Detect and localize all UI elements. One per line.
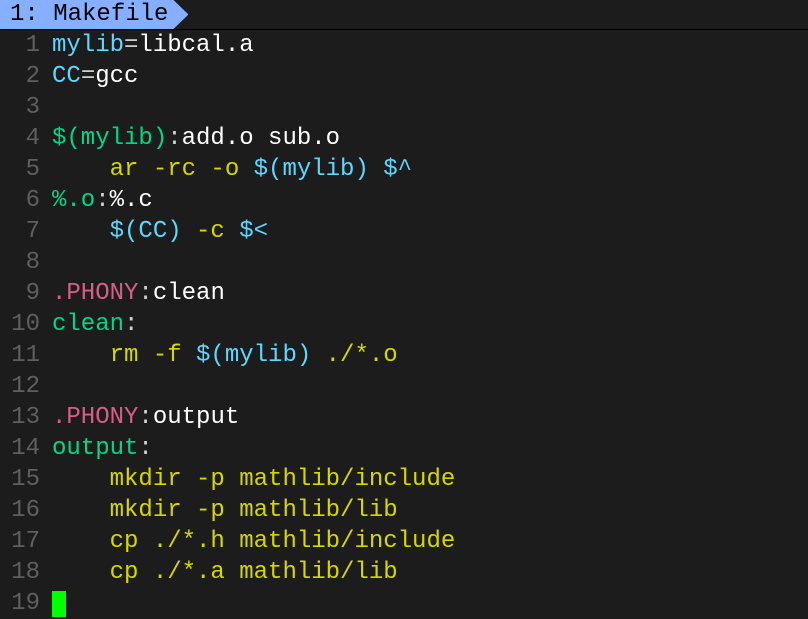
- line-number: 15: [0, 464, 52, 495]
- line-number: 12: [0, 371, 52, 402]
- line-content: .PHONY:clean: [52, 278, 808, 309]
- line-number: 5: [0, 154, 52, 185]
- code-line[interactable]: 6%.o:%.c: [0, 185, 808, 216]
- line-content: ar -rc -o $(mylib) $^: [52, 154, 808, 185]
- line-content: mylib=libcal.a: [52, 30, 808, 61]
- line-number: 13: [0, 402, 52, 433]
- line-number: 18: [0, 557, 52, 588]
- code-line[interactable]: 5 ar -rc -o $(mylib) $^: [0, 154, 808, 185]
- line-content: [52, 588, 808, 619]
- code-line[interactable]: 10clean:: [0, 309, 808, 340]
- line-number: 4: [0, 123, 52, 154]
- code-line[interactable]: 8: [0, 247, 808, 278]
- line-content: CC=gcc: [52, 61, 808, 92]
- editor[interactable]: 1mylib=libcal.a2CC=gcc34$(mylib):add.o s…: [0, 30, 808, 619]
- line-content: output:: [52, 433, 808, 464]
- code-line[interactable]: 3: [0, 92, 808, 123]
- line-number: 6: [0, 185, 52, 216]
- code-line[interactable]: 14output:: [0, 433, 808, 464]
- code-line[interactable]: 19: [0, 588, 808, 619]
- line-content: clean:: [52, 309, 808, 340]
- code-line[interactable]: 15 mkdir -p mathlib/include: [0, 464, 808, 495]
- line-content: $(CC) -c $<: [52, 216, 808, 247]
- code-line[interactable]: 11 rm -f $(mylib) ./*.o: [0, 340, 808, 371]
- line-number: 14: [0, 433, 52, 464]
- line-number: 10: [0, 309, 52, 340]
- line-content: $(mylib):add.o sub.o: [52, 123, 808, 154]
- code-line[interactable]: 7 $(CC) -c $<: [0, 216, 808, 247]
- line-number: 8: [0, 247, 52, 278]
- tab-bar: 1: Makefile: [0, 0, 808, 30]
- line-content: cp ./*.h mathlib/include: [52, 526, 808, 557]
- tab-makefile[interactable]: 1: Makefile: [0, 0, 188, 29]
- line-number: 19: [0, 588, 52, 619]
- code-line[interactable]: 16 mkdir -p mathlib/lib: [0, 495, 808, 526]
- code-line[interactable]: 1mylib=libcal.a: [0, 30, 808, 61]
- line-number: 17: [0, 526, 52, 557]
- line-content: mkdir -p mathlib/include: [52, 464, 808, 495]
- line-number: 9: [0, 278, 52, 309]
- code-line[interactable]: 12: [0, 371, 808, 402]
- code-line[interactable]: 13.PHONY:output: [0, 402, 808, 433]
- cursor: [52, 591, 66, 617]
- line-content: .PHONY:output: [52, 402, 808, 433]
- line-content: cp ./*.a mathlib/lib: [52, 557, 808, 588]
- line-content: rm -f $(mylib) ./*.o: [52, 340, 808, 371]
- line-number: 7: [0, 216, 52, 247]
- line-number: 1: [0, 30, 52, 61]
- tab-label: 1: Makefile: [10, 0, 168, 30]
- code-line[interactable]: 17 cp ./*.h mathlib/include: [0, 526, 808, 557]
- code-line[interactable]: 9.PHONY:clean: [0, 278, 808, 309]
- line-content: %.o:%.c: [52, 185, 808, 216]
- code-line[interactable]: 4$(mylib):add.o sub.o: [0, 123, 808, 154]
- line-content: mkdir -p mathlib/lib: [52, 495, 808, 526]
- line-number: 2: [0, 61, 52, 92]
- code-line[interactable]: 2CC=gcc: [0, 61, 808, 92]
- line-number: 16: [0, 495, 52, 526]
- line-number: 11: [0, 340, 52, 371]
- code-line[interactable]: 18 cp ./*.a mathlib/lib: [0, 557, 808, 588]
- line-number: 3: [0, 92, 52, 123]
